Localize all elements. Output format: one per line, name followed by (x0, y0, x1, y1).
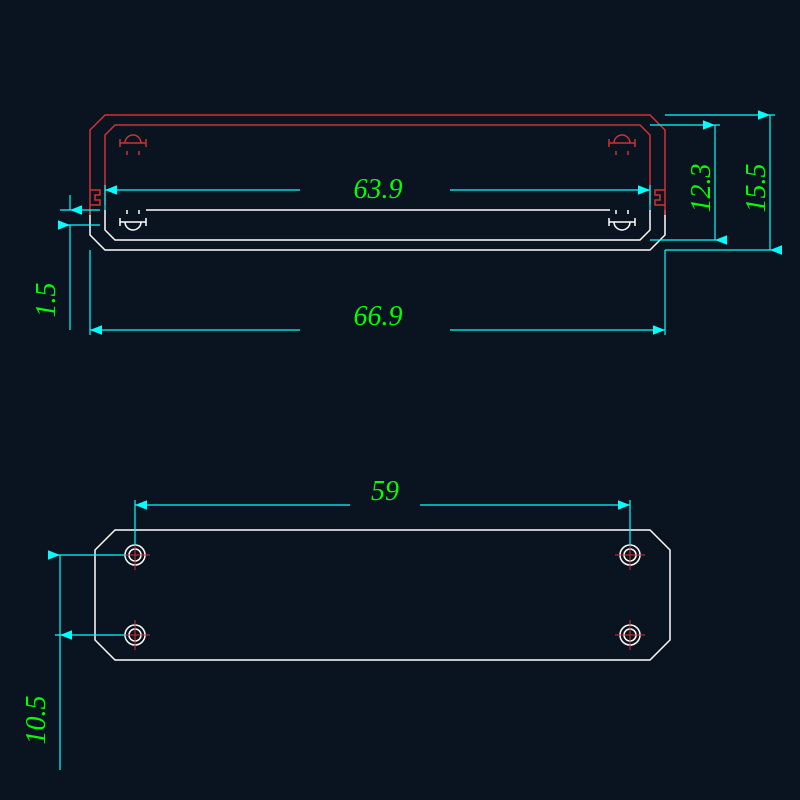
profile-view: 63.9 66.9 12.3 15.5 (31, 115, 775, 335)
dim-inner-width-text: 63.9 (354, 174, 403, 205)
center-marks (120, 540, 645, 650)
holes (125, 545, 640, 645)
dim-outer-height: 15.5 (665, 115, 775, 250)
dim-hole-x: 59 (135, 476, 630, 545)
plate-outline (95, 530, 670, 660)
profile-lower (90, 210, 665, 250)
cad-drawing: 63.9 66.9 12.3 15.5 (0, 0, 800, 800)
dim-inner-width: 63.9 (105, 174, 650, 210)
dim-wall-text: 1.5 (31, 283, 62, 318)
dim-outer-width-text: 66.9 (354, 301, 403, 332)
dim-inner-height: 12.3 (650, 125, 720, 240)
dim-outer-width: 66.9 (90, 250, 665, 335)
dim-hole-y: 10.5 (21, 555, 125, 770)
dim-outer-height-text: 15.5 (741, 164, 772, 213)
dim-inner-height-text: 12.3 (686, 164, 717, 213)
plate-view: 59 10.5 (21, 476, 670, 770)
dim-hole-y-text: 10.5 (21, 696, 52, 745)
dim-hole-x-text: 59 (371, 476, 399, 507)
